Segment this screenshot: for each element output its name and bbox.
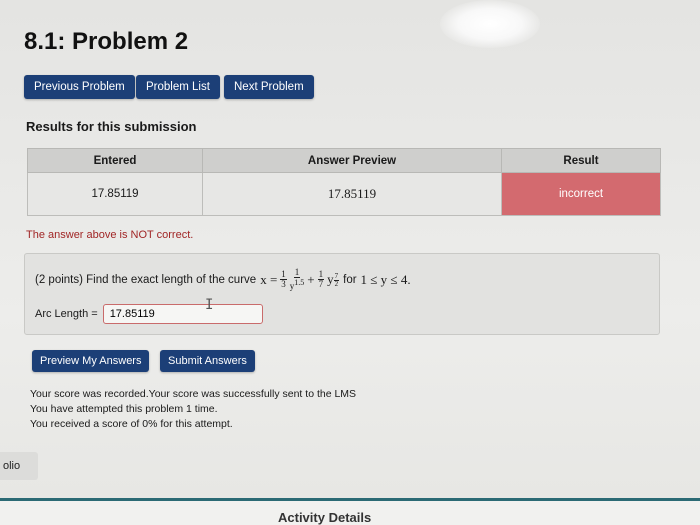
screen-glare	[440, 0, 540, 48]
result-cell: incorrect	[501, 172, 661, 216]
text-cursor-icon: I	[205, 297, 214, 313]
status-line: You have attempted this problem 1 time.	[30, 403, 218, 415]
column-header-entered: Entered	[27, 148, 203, 173]
next-problem-button[interactable]: Next Problem	[224, 75, 314, 99]
side-tab[interactable]: olio	[0, 452, 38, 480]
problem-prompt: (2 points) Find the exact length of the …	[35, 273, 257, 286]
equation-lhs: x =	[260, 271, 278, 287]
submit-answers-button[interactable]: Submit Answers	[160, 350, 255, 372]
results-header-row: Entered Answer Preview Result	[27, 148, 661, 173]
problem-list-button[interactable]: Problem List	[136, 75, 220, 99]
previous-problem-button[interactable]: Previous Problem	[24, 75, 135, 99]
column-header-result: Result	[501, 148, 661, 173]
submission-status: Your score was recorded.Your score was s…	[30, 387, 356, 432]
range-prefix: for	[343, 273, 357, 286]
page-title: 8.1: Problem 2	[24, 28, 189, 55]
incorrect-message: The answer above is NOT correct.	[26, 229, 194, 241]
problem-box: (2 points) Find the exact length of the …	[24, 253, 660, 335]
preview-answers-button[interactable]: Preview My Answers	[32, 350, 150, 372]
status-line: Your score was recorded.Your score was s…	[30, 388, 357, 400]
activity-details-heading[interactable]: Activity Details	[278, 510, 371, 525]
entered-cell: 17.85119	[27, 172, 203, 216]
curve-equation: x = 1 3 1 y1.5 + 1 7 y72	[260, 267, 340, 291]
y-power: y72	[327, 271, 340, 288]
range-expression: 1 ≤ y ≤ 4.	[360, 271, 411, 287]
column-header-answer-preview: Answer Preview	[202, 148, 502, 173]
answer-preview-cell: 17.85119	[202, 172, 502, 216]
problem-statement: (2 points) Find the exact length of the …	[35, 268, 411, 291]
fraction-one-seventh: 1 7	[317, 269, 325, 289]
plus-sign: +	[307, 271, 315, 287]
fraction-one-over-y: 1 y1.5	[289, 267, 305, 291]
table-row: 17.85119 17.85119 incorrect	[27, 172, 661, 216]
fraction-one-third: 1 3	[280, 269, 287, 289]
answer-row: Arc Length =	[35, 304, 263, 324]
arc-length-label: Arc Length =	[35, 308, 98, 320]
results-heading: Results for this submission	[26, 119, 197, 134]
status-line: You received a score of 0% for this atte…	[30, 418, 233, 430]
results-table: Entered Answer Preview Result 17.85119 1…	[27, 148, 661, 216]
arc-length-input[interactable]	[102, 304, 263, 324]
